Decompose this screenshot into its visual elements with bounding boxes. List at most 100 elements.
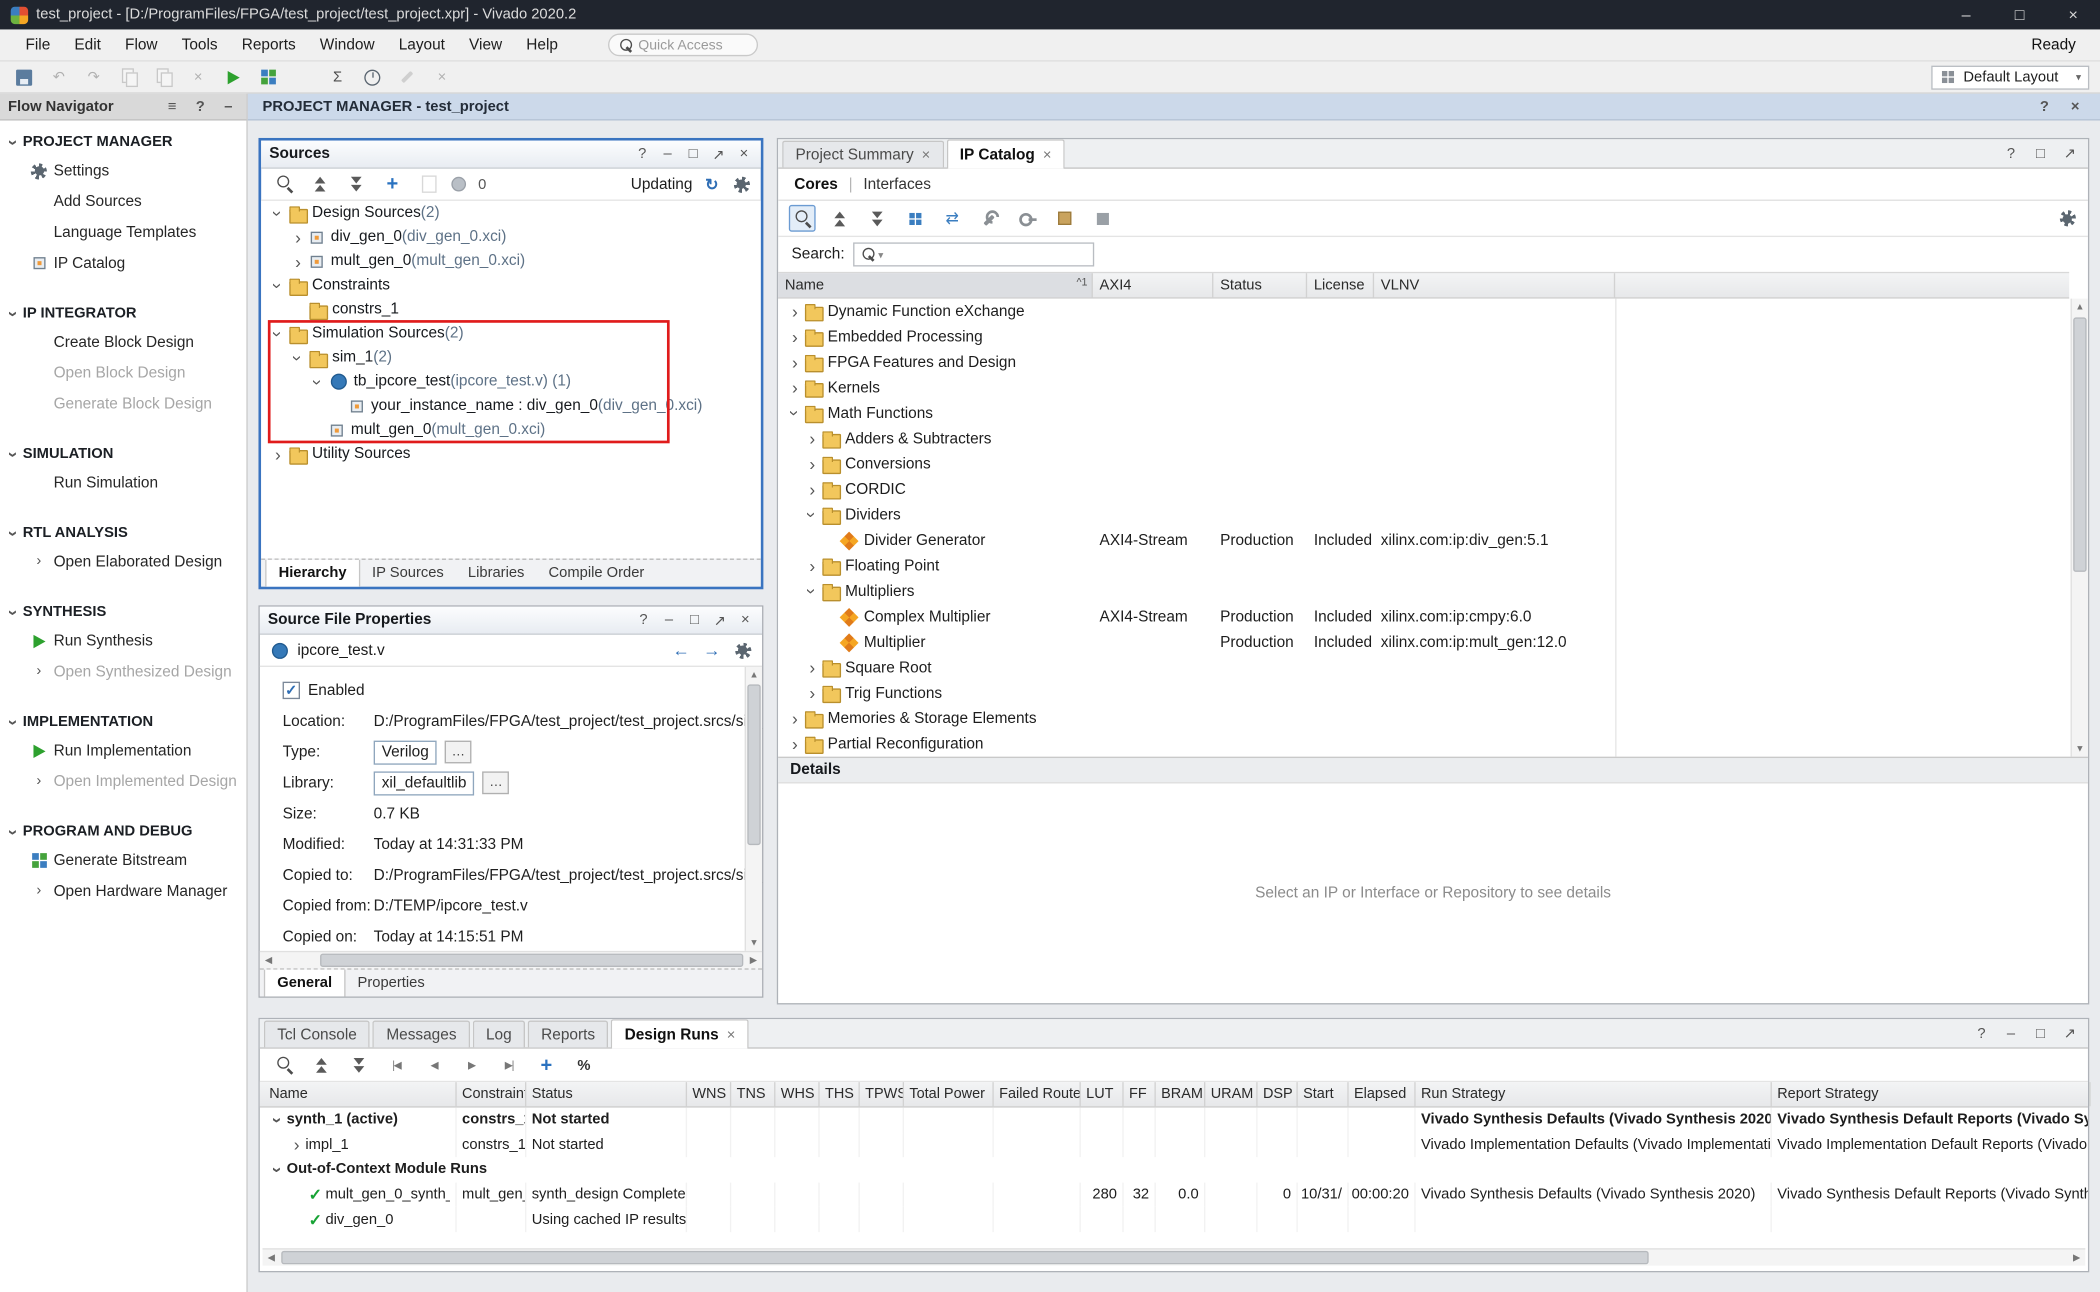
refresh-icon[interactable]: ↻ — [702, 174, 722, 194]
clock-button[interactable] — [359, 64, 386, 91]
column-header-total-power[interactable]: Total Power — [904, 1082, 994, 1106]
chevron-down-icon[interactable]: › — [5, 305, 22, 322]
run-row-synth-1-active[interactable]: ›synth_1 (active)constrs_1Not startedViv… — [260, 1108, 2088, 1133]
tree-item-div-gen-0[interactable]: ›div_gen_0 (div_gen_0.xci) — [261, 225, 761, 249]
run-row-out-of-context-module-runs[interactable]: ›Out-of-Context Module Runs — [260, 1157, 2088, 1182]
tab-messages[interactable]: Messages — [373, 1021, 470, 1048]
scroll-right-button[interactable]: ▶ — [2068, 1250, 2085, 1266]
add-button[interactable]: + — [533, 1052, 560, 1079]
sources-tab-compile-order[interactable]: Compile Order — [536, 560, 656, 587]
column-header-bram[interactable]: BRAM — [1156, 1082, 1206, 1106]
sources-tab-hierarchy[interactable]: Hierarchy — [265, 560, 360, 587]
swap-button[interactable]: ⇄ — [939, 205, 966, 232]
options-icon[interactable]: ≡ — [162, 96, 182, 116]
help-icon[interactable]: ? — [2034, 96, 2054, 116]
flow-item-generate-block-design[interactable]: Generate Block Design — [0, 388, 246, 419]
tab-log[interactable]: Log — [473, 1021, 525, 1048]
tab-ip-catalog[interactable]: IP Catalog× — [946, 139, 1064, 168]
save-button[interactable] — [11, 64, 38, 91]
ip-row-dynamic-function-exchange[interactable]: ›Dynamic Function eXchange — [778, 299, 2069, 324]
flow-item-generate-bitstream[interactable]: Generate Bitstream — [0, 845, 246, 876]
tree-item-tb-ipcore-test[interactable]: ›tb_ipcore_test (ipcore_test.v) (1) — [261, 370, 761, 394]
chevron-down-icon[interactable]: › — [269, 325, 286, 342]
collapse-all-button[interactable] — [826, 205, 853, 232]
copy-button[interactable] — [115, 64, 142, 91]
edit-button[interactable] — [394, 64, 421, 91]
column-header-wns[interactable]: WNS — [687, 1082, 731, 1106]
view-interfaces[interactable]: Interfaces — [863, 176, 931, 192]
back-icon[interactable]: ← — [671, 640, 691, 660]
menu-layout[interactable]: Layout — [387, 29, 457, 60]
tab-close-icon[interactable]: × — [922, 147, 931, 163]
group-by-button[interactable] — [901, 205, 928, 232]
tree-item-mult-gen-0[interactable]: ›mult_gen_0 (mult_gen_0.xci) — [261, 418, 761, 442]
close-icon[interactable]: × — [737, 611, 754, 628]
tab-project-summary[interactable]: Project Summary× — [782, 141, 944, 168]
flow-item-open-hardware-manager[interactable]: ›Open Hardware Manager — [0, 876, 246, 907]
tab-close-icon[interactable]: × — [1043, 147, 1052, 163]
tree-item-design-sources[interactable]: ›Design Sources (2) — [261, 201, 761, 225]
flow-item-add-sources[interactable]: Add Sources — [0, 186, 246, 217]
close-button[interactable]: × — [2046, 0, 2100, 29]
column-header-uram[interactable]: URAM — [1205, 1082, 1257, 1106]
chevron-right-icon[interactable]: › — [786, 710, 803, 727]
flow-section-header-implementation[interactable]: ›IMPLEMENTATION — [0, 708, 246, 735]
flow-item-run-synthesis[interactable]: Run Synthesis — [0, 625, 246, 656]
chevron-down-icon[interactable]: › — [5, 713, 22, 730]
tab-tcl-console[interactable]: Tcl Console — [264, 1021, 370, 1048]
add-button[interactable]: + — [379, 171, 406, 198]
column-header-axi4[interactable]: AXI4 — [1093, 273, 1214, 297]
chevron-down-icon[interactable]: › — [5, 823, 22, 840]
gear-icon[interactable] — [731, 174, 751, 194]
flow-item-create-block-design[interactable]: Create Block Design — [0, 327, 246, 358]
stop-button[interactable] — [1089, 205, 1116, 232]
collapse-all-button[interactable] — [308, 1052, 335, 1079]
ip-search-input[interactable]: ▾ — [853, 242, 1094, 266]
scrollbar-thumb[interactable] — [320, 954, 743, 967]
file-button[interactable] — [415, 171, 442, 198]
chevron-down-icon[interactable]: › — [5, 133, 22, 150]
ip-row-kernels[interactable]: ›Kernels — [778, 375, 2069, 400]
tab-reports[interactable]: Reports — [528, 1021, 609, 1048]
scrollbar-thumb[interactable] — [747, 684, 760, 845]
column-header-name[interactable]: Name — [264, 1082, 457, 1106]
chevron-right-icon[interactable]: › — [804, 455, 821, 472]
ip-row-complex-multiplier[interactable]: ›Complex MultiplierAXI4-StreamProduction… — [778, 604, 2069, 629]
sources-tab-libraries[interactable]: Libraries — [456, 560, 537, 587]
enabled-checkbox[interactable]: ✓ — [283, 682, 300, 699]
tree-item-constraints[interactable]: ›Constraints — [261, 273, 761, 297]
vertical-scrollbar[interactable]: ▲ ▼ — [2071, 299, 2088, 757]
sources-tab-ip-sources[interactable]: IP Sources — [360, 560, 456, 587]
field-value-input[interactable]: Verilog — [374, 740, 437, 764]
chevron-down-icon[interactable]: › — [804, 506, 821, 523]
ip-row-trig-functions[interactable]: ›Trig Functions — [778, 680, 2069, 705]
scrollbar-thumb[interactable] — [281, 1251, 1648, 1264]
minimize-icon[interactable]: – — [218, 96, 238, 116]
ip-row-cordic[interactable]: ›CORDIC — [778, 477, 2069, 502]
horizontal-scrollbar[interactable]: ◀ ▶ — [260, 951, 762, 968]
sfp-tab-general[interactable]: General — [264, 970, 346, 997]
flow-section-header-program-and-debug[interactable]: ›PROGRAM AND DEBUG — [0, 818, 246, 845]
minimize-icon[interactable]: – — [2001, 1023, 2021, 1043]
column-header-status[interactable]: Status — [526, 1082, 687, 1106]
gear-icon[interactable] — [2057, 208, 2077, 228]
menu-view[interactable]: View — [457, 29, 514, 60]
chevron-right-icon[interactable]: › — [786, 354, 803, 371]
chevron-down-icon[interactable]: › — [804, 583, 821, 600]
column-header-name[interactable]: Name^1 — [778, 273, 1093, 297]
ip-row-partial-reconfiguration[interactable]: ›Partial Reconfiguration — [778, 731, 2069, 756]
run-row-impl-1[interactable]: ›impl_1constrs_1Not startedVivado Implem… — [260, 1132, 2088, 1157]
settings-button[interactable] — [289, 64, 316, 91]
chevron-down-icon[interactable]: › — [269, 1111, 286, 1128]
program-button[interactable] — [254, 64, 281, 91]
column-header-failed-routes[interactable]: Failed Routes — [994, 1082, 1081, 1106]
ip-row-divider-generator[interactable]: ›Divider GeneratorAXI4-StreamProductionI… — [778, 528, 2069, 553]
flow-item-settings[interactable]: Settings — [0, 155, 246, 186]
flow-item-open-implemented-design[interactable]: ›Open Implemented Design — [0, 766, 246, 797]
chevron-down-icon[interactable]: › — [289, 349, 306, 366]
help-icon[interactable]: ? — [635, 611, 652, 628]
chevron-right-icon[interactable]: › — [786, 303, 803, 320]
scroll-down-button[interactable]: ▼ — [746, 935, 762, 951]
float-icon[interactable]: ↗ — [2060, 1023, 2080, 1043]
chevron-down-icon[interactable]: › — [786, 404, 803, 421]
